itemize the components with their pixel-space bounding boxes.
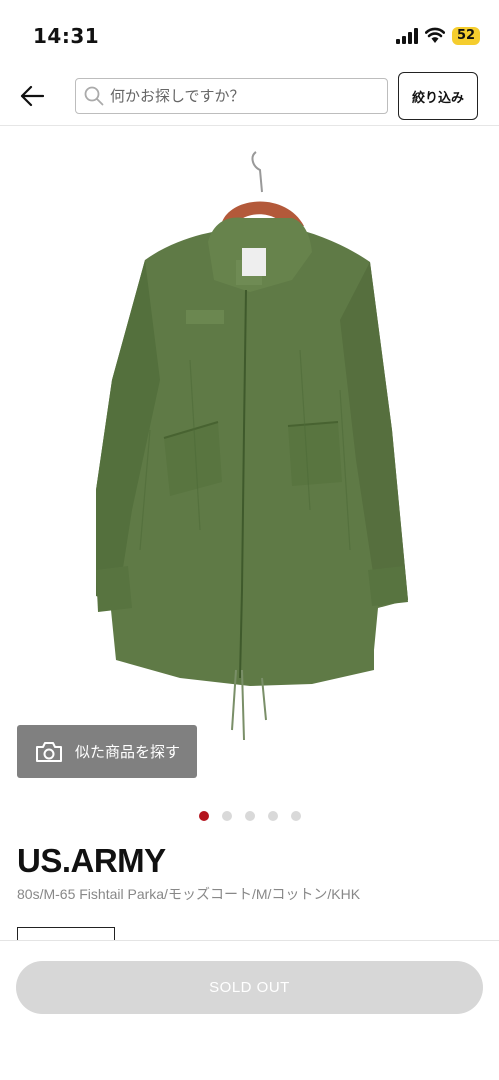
product-title: 80s/M-65 Fishtail Parka/モッズコート/M/コットン/KH… — [17, 886, 361, 902]
brand-name[interactable]: US.ARMY — [17, 842, 166, 880]
find-similar-label: 似た商品を探す — [75, 743, 181, 761]
back-button[interactable] — [14, 80, 50, 112]
battery-badge: 52 — [452, 27, 480, 45]
find-similar-button[interactable]: 似た商品を探す — [17, 725, 197, 778]
search-icon — [84, 86, 104, 106]
product-image[interactable] — [0, 130, 499, 800]
signal-icon — [396, 28, 418, 44]
pager-dot-5[interactable] — [290, 811, 301, 821]
sold-out-button[interactable]: SOLD OUT — [16, 961, 483, 1014]
wifi-icon — [425, 27, 445, 43]
back-arrow-icon — [20, 85, 44, 107]
status-bar: 14:31 52 — [0, 0, 499, 70]
camera-icon — [36, 741, 62, 762]
bottom-bar: SOLD OUT — [0, 940, 499, 1080]
search-input[interactable] — [110, 87, 370, 105]
pager-dot-1[interactable] — [198, 811, 209, 821]
status-time: 14:31 — [33, 24, 100, 48]
filter-button[interactable]: 絞り込み — [398, 72, 478, 120]
image-pager — [0, 811, 499, 823]
search-header: 絞り込み — [0, 70, 499, 126]
search-box[interactable] — [75, 78, 388, 114]
parka-photo — [96, 151, 408, 741]
tab-indicator[interactable] — [17, 927, 115, 941]
pager-dot-2[interactable] — [221, 811, 232, 821]
pager-dot-4[interactable] — [267, 811, 278, 821]
pager-dot-3[interactable] — [244, 811, 255, 821]
